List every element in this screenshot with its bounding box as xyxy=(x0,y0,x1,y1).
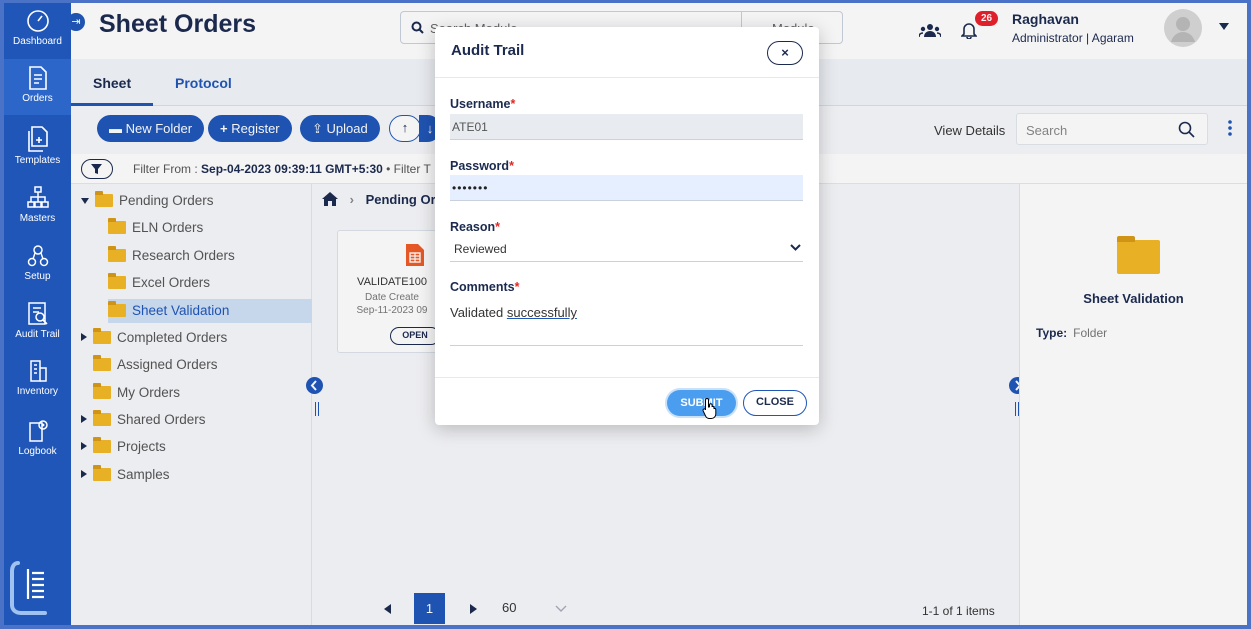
hand-cursor-icon xyxy=(702,397,717,419)
app-frame: Dashboard Orders Templates Masters Setup… xyxy=(4,3,1247,625)
password-label-text: Password xyxy=(450,159,510,173)
required-marker: * xyxy=(514,280,520,294)
setup-icon xyxy=(27,245,48,267)
password-field[interactable]: ••••••• xyxy=(450,175,803,201)
password-label: Password* xyxy=(450,159,514,173)
required-marker: * xyxy=(510,97,516,111)
sidebar-item-setup[interactable]: Setup xyxy=(4,243,71,282)
logbook-icon xyxy=(28,420,48,442)
sidebar-item-label: Orders xyxy=(22,93,53,104)
sidebar: Dashboard Orders Templates Masters Setup… xyxy=(4,3,71,625)
comments-field[interactable]: Validated successfully xyxy=(450,305,577,320)
templates-icon xyxy=(27,126,48,152)
comments-label-text: Comments xyxy=(450,280,515,294)
sidebar-item-logbook[interactable]: Logbook xyxy=(4,418,71,457)
sidebar-item-label: Setup xyxy=(24,271,51,282)
sidebar-item-masters[interactable]: Masters xyxy=(4,185,71,224)
username-label: Username* xyxy=(450,97,515,111)
dashboard-icon xyxy=(26,10,49,32)
reason-label: Reason* xyxy=(450,220,500,234)
app-logo-icon xyxy=(10,561,47,615)
reason-select-value: Reviewed xyxy=(454,242,507,256)
chevron-down-icon xyxy=(790,244,801,251)
sidebar-item-label: Dashboard xyxy=(13,36,62,47)
username-field[interactable]: ATE01 xyxy=(450,114,803,140)
comments-label: Comments* xyxy=(450,280,519,294)
sidebar-item-label: Inventory xyxy=(16,386,59,397)
inventory-icon xyxy=(29,360,47,382)
required-marker: * xyxy=(509,159,514,173)
comments-text-underlined: successfully xyxy=(506,305,577,320)
audit-trail-icon xyxy=(27,302,48,325)
reason-select[interactable]: Reviewed xyxy=(450,236,803,262)
comments-text: Validated xyxy=(450,305,504,320)
dialog-title: Audit Trail xyxy=(451,42,525,59)
sidebar-item-label: Audit Trail xyxy=(15,329,60,340)
orders-icon xyxy=(28,66,47,90)
comments-underline xyxy=(450,345,803,346)
masters-icon xyxy=(26,186,49,208)
sidebar-item-templates[interactable]: Templates xyxy=(4,125,71,166)
close-button[interactable]: CLOSE xyxy=(743,390,807,416)
sidebar-item-label: Templates xyxy=(14,155,61,166)
username-label-text: Username xyxy=(450,97,511,111)
sidebar-item-label: Masters xyxy=(19,213,56,224)
sidebar-item-label: Logbook xyxy=(18,446,57,457)
sidebar-item-audit-trail[interactable]: Audit Trail xyxy=(4,301,71,340)
audit-trail-dialog: Audit Trail × Username* ATE01 Password* … xyxy=(435,27,819,425)
sidebar-item-orders[interactable]: Orders xyxy=(4,59,71,115)
divider xyxy=(435,377,819,378)
divider xyxy=(435,77,819,78)
sidebar-item-dashboard[interactable]: Dashboard xyxy=(4,8,71,47)
required-marker: * xyxy=(495,220,501,234)
sidebar-item-inventory[interactable]: Inventory xyxy=(4,358,71,397)
close-icon[interactable]: × xyxy=(767,41,803,65)
reason-label-text: Reason xyxy=(450,220,496,234)
